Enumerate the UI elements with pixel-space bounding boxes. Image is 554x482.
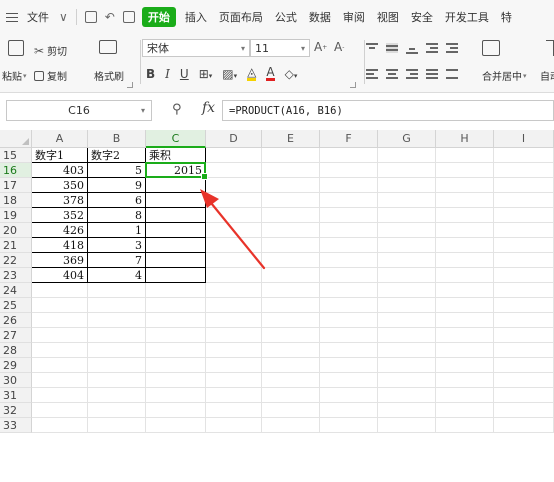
arrow-head [200,189,219,208]
arrow-shaft [205,196,266,270]
annotation-arrow [200,189,266,270]
